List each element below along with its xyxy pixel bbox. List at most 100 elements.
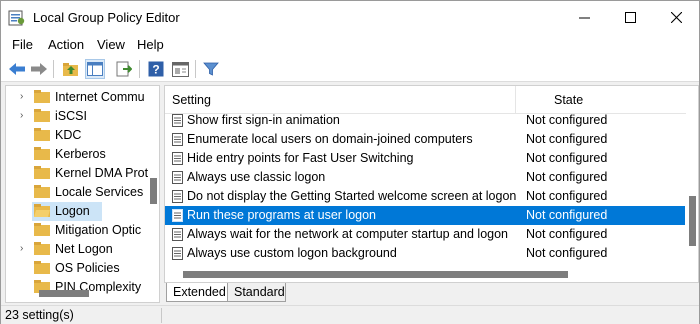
view-tabs: Extended Standard bbox=[164, 283, 699, 303]
setting-row-selected[interactable]: Run these programs at user logon Not con… bbox=[165, 206, 685, 225]
tree-pane[interactable]: › Internet Commu › iSCSI KDC Kerberos Ke… bbox=[5, 85, 160, 303]
group-policy-app-icon bbox=[8, 10, 25, 26]
back-arrow-icon bbox=[9, 63, 25, 75]
menu-action[interactable]: Action bbox=[48, 37, 84, 52]
toolbar-separator bbox=[139, 60, 140, 78]
svg-text:?: ? bbox=[152, 63, 159, 77]
setting-name: Always wait for the network at computer … bbox=[187, 227, 508, 241]
folder-icon bbox=[34, 185, 50, 198]
tree-item-label: Locale Services bbox=[55, 185, 144, 199]
setting-row[interactable]: Enumerate local users on domain-joined c… bbox=[165, 130, 685, 149]
tree-item-iscsi[interactable]: › iSCSI bbox=[6, 107, 146, 126]
setting-state: Not configured bbox=[526, 170, 608, 184]
up-one-level-button[interactable] bbox=[61, 59, 81, 79]
tree-item-os-policies[interactable]: OS Policies bbox=[6, 259, 146, 278]
tree-item-label: Internet Commu bbox=[55, 90, 145, 104]
policy-setting-icon bbox=[172, 114, 183, 127]
status-bar: 23 setting(s) bbox=[1, 305, 699, 324]
properties-button[interactable] bbox=[170, 59, 190, 79]
menu-view[interactable]: View bbox=[97, 37, 125, 52]
menu-file[interactable]: File bbox=[12, 37, 33, 52]
filter-button[interactable] bbox=[201, 59, 221, 79]
help-button[interactable]: ? bbox=[146, 59, 166, 79]
toolbar-separator bbox=[53, 60, 54, 78]
export-list-button[interactable] bbox=[114, 59, 134, 79]
settings-horizontal-scroll-thumb[interactable] bbox=[183, 271, 568, 278]
tree-item-net-logon[interactable]: › Net Logon bbox=[6, 240, 146, 259]
policy-setting-icon bbox=[172, 152, 183, 165]
folder-icon bbox=[34, 128, 50, 141]
policy-setting-icon bbox=[172, 171, 183, 184]
setting-row[interactable]: Show first sign-in animation Not configu… bbox=[165, 111, 685, 130]
tree-item-label: Kernel DMA Prot bbox=[55, 166, 149, 180]
tree-horizontal-scroll-thumb[interactable] bbox=[39, 290, 89, 297]
close-button[interactable] bbox=[653, 1, 699, 34]
tree-item-kerberos[interactable]: Kerberos bbox=[6, 145, 146, 164]
setting-row[interactable]: Do not display the Getting Started welco… bbox=[165, 187, 685, 206]
folder-icon bbox=[34, 147, 50, 160]
tree-item-internet-communication[interactable]: › Internet Commu bbox=[6, 88, 146, 107]
tree-item-kdc[interactable]: KDC bbox=[6, 126, 146, 145]
maximize-button[interactable] bbox=[607, 1, 653, 34]
setting-state: Not configured bbox=[526, 151, 608, 165]
setting-state: Not configured bbox=[526, 189, 608, 203]
setting-row[interactable]: Always use custom logon background Not c… bbox=[165, 244, 685, 263]
settings-vertical-scroll-thumb[interactable] bbox=[689, 196, 696, 246]
folder-icon bbox=[34, 109, 50, 122]
setting-state: Not configured bbox=[526, 227, 608, 241]
policy-editor-window: Local Group Policy Editor File Action Vi… bbox=[0, 0, 700, 324]
show-hide-tree-button[interactable] bbox=[85, 59, 105, 79]
tree-item-label: OS Policies bbox=[55, 261, 120, 275]
folder-icon bbox=[34, 242, 50, 255]
maximize-icon bbox=[624, 12, 636, 23]
folder-icon bbox=[34, 261, 50, 274]
column-header-state[interactable]: State bbox=[516, 86, 686, 114]
minimize-button[interactable] bbox=[561, 1, 607, 34]
menu-help[interactable]: Help bbox=[137, 37, 164, 52]
policy-setting-icon bbox=[172, 247, 183, 260]
export-list-icon bbox=[116, 61, 132, 77]
tree-vertical-scroll-thumb[interactable] bbox=[150, 178, 157, 204]
setting-row[interactable]: Always wait for the network at computer … bbox=[165, 225, 685, 244]
tree-item-kernel-dma-protection[interactable]: Kernel DMA Prot bbox=[6, 164, 149, 183]
forward-arrow-icon bbox=[31, 63, 47, 75]
setting-name: Hide entry points for Fast User Switchin… bbox=[187, 151, 414, 165]
help-icon: ? bbox=[148, 61, 164, 77]
setting-row[interactable]: Hide entry points for Fast User Switchin… bbox=[165, 149, 685, 168]
policy-setting-icon bbox=[172, 133, 183, 146]
tab-standard[interactable]: Standard bbox=[228, 283, 286, 302]
folder-icon bbox=[34, 166, 50, 179]
expand-chevron-icon[interactable]: › bbox=[20, 110, 23, 121]
tab-extended[interactable]: Extended bbox=[166, 283, 228, 302]
setting-name: Always use custom logon background bbox=[187, 246, 397, 260]
tree-item-label: Mitigation Optic bbox=[55, 223, 142, 237]
title-bar: Local Group Policy Editor bbox=[1, 1, 699, 34]
expand-chevron-icon[interactable]: › bbox=[20, 91, 23, 102]
setting-name: Do not display the Getting Started welco… bbox=[187, 189, 517, 203]
forward-button[interactable] bbox=[29, 59, 49, 79]
properties-icon bbox=[171, 61, 189, 77]
minimize-icon bbox=[578, 17, 590, 19]
policy-setting-icon bbox=[172, 228, 183, 241]
status-divider bbox=[161, 308, 162, 323]
tree-item-mitigation-options[interactable]: Mitigation Optic bbox=[6, 221, 146, 240]
settings-pane[interactable]: Setting State Show first sign-in animati… bbox=[164, 85, 699, 283]
window-title: Local Group Policy Editor bbox=[33, 10, 180, 25]
column-header-setting[interactable]: Setting bbox=[165, 86, 516, 114]
setting-state: Not configured bbox=[526, 113, 608, 127]
expand-chevron-icon[interactable]: › bbox=[20, 243, 23, 254]
back-button[interactable] bbox=[7, 59, 27, 79]
tree-item-label: iSCSI bbox=[55, 109, 87, 123]
open-folder-icon bbox=[34, 204, 50, 217]
policy-setting-icon bbox=[172, 190, 183, 203]
filter-icon bbox=[203, 62, 219, 76]
folder-icon bbox=[34, 223, 50, 236]
setting-name: Enumerate local users on domain-joined c… bbox=[187, 132, 473, 146]
menu-bar: File Action View Help bbox=[1, 34, 699, 56]
setting-name: Always use classic logon bbox=[187, 170, 326, 184]
policy-setting-icon bbox=[172, 209, 183, 222]
tree-item-label: Kerberos bbox=[55, 147, 106, 161]
setting-row[interactable]: Always use classic logon Not configured bbox=[165, 168, 685, 187]
tree-item-locale-services[interactable]: Locale Services bbox=[6, 183, 146, 202]
tree-item-logon[interactable]: Logon bbox=[32, 202, 102, 221]
